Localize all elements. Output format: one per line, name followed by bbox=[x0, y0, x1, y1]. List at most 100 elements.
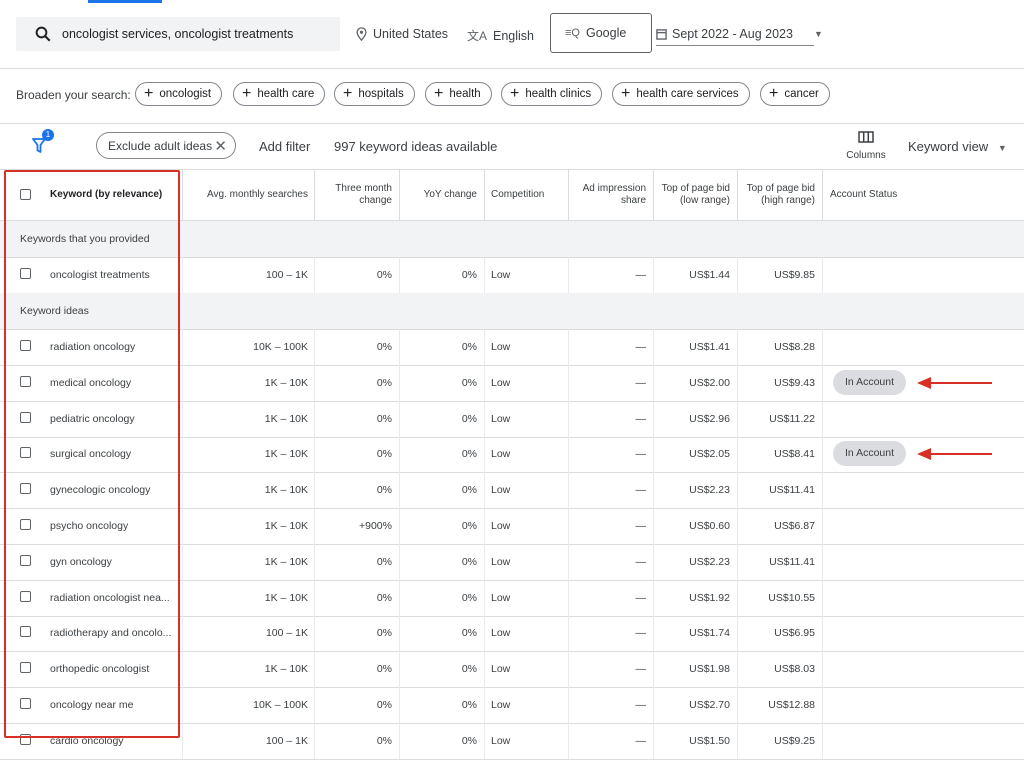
searches-cell: 1K – 10K bbox=[264, 448, 308, 461]
language-selector[interactable]: 文A English bbox=[467, 27, 534, 44]
table-row[interactable]: pediatric oncology 1K – 10K 0% 0% Low — US$2.9… bbox=[0, 400, 1024, 438]
row-checkbox[interactable] bbox=[20, 447, 31, 459]
column-divider bbox=[737, 472, 738, 509]
header-ad-impression-share[interactable]: Ad impression share bbox=[568, 170, 646, 220]
column-divider bbox=[182, 615, 183, 652]
plus-icon: + bbox=[621, 85, 631, 102]
bid-high-cell: US$8.03 bbox=[774, 663, 815, 676]
table-row[interactable]: gyn oncology 1K – 10K 0% 0% Low — US$2.23 US$11… bbox=[0, 543, 1024, 581]
bid-high-cell: US$8.28 bbox=[774, 341, 815, 353]
header-account-status[interactable]: Account Status bbox=[830, 170, 940, 220]
row-checkbox[interactable] bbox=[20, 375, 31, 387]
yoy-cell: 0% bbox=[461, 341, 477, 353]
column-divider bbox=[484, 508, 485, 544]
column-divider bbox=[568, 329, 569, 365]
row-checkbox[interactable] bbox=[20, 590, 31, 602]
column-divider bbox=[653, 364, 654, 401]
column-divider bbox=[822, 364, 823, 401]
keyword-cell: gyn oncology bbox=[50, 555, 112, 568]
table-row[interactable]: radiation oncologist nea... 1K – 10K 0% 0% L… bbox=[0, 579, 1024, 617]
exclude-adult-ideas-chip[interactable]: Exclude adult ideas ✕ bbox=[96, 132, 236, 159]
column-divider bbox=[399, 615, 400, 652]
row-checkbox[interactable] bbox=[20, 483, 31, 495]
plus-icon: + bbox=[144, 85, 154, 102]
table-row[interactable]: surgical oncology 1K – 10K 0% 0% Low — US$2.05… bbox=[0, 436, 1024, 474]
table-row[interactable]: cardio oncology 100 – 1K 0% 0% Low — US$1.50 US… bbox=[0, 722, 1024, 760]
search-query: oncologist services, oncologist treatmen… bbox=[62, 27, 294, 41]
table-row[interactable]: psycho oncology 1K – 10K +900% 0% Low — US$0.6… bbox=[0, 508, 1024, 545]
searches-cell: 1K – 10K bbox=[264, 663, 308, 676]
date-range-selector[interactable]: Sept 2022 - Aug 2023 ▼ bbox=[656, 27, 823, 41]
three-month-cell: 0% bbox=[376, 663, 392, 676]
searches-cell: 1K – 10K bbox=[264, 484, 308, 497]
add-filter-button[interactable]: Add filter bbox=[259, 139, 310, 154]
column-divider bbox=[822, 651, 823, 688]
three-month-cell: 0% bbox=[376, 376, 392, 389]
table-row[interactable]: radiation oncology 10K – 100K 0% 0% Low — US$1… bbox=[0, 329, 1024, 366]
keyword-view-selector[interactable]: Keyword view ▼ bbox=[908, 139, 1007, 154]
column-divider bbox=[314, 257, 315, 293]
yoy-cell: 0% bbox=[461, 269, 477, 281]
column-divider bbox=[822, 257, 823, 293]
row-checkbox[interactable] bbox=[20, 411, 31, 423]
columns-icon bbox=[858, 131, 874, 143]
chip-health-care[interactable]: + health care bbox=[233, 82, 326, 106]
table-row[interactable]: oncologist treatments 100 – 1K 0% 0% Low… bbox=[0, 257, 1024, 294]
row-checkbox[interactable] bbox=[20, 733, 31, 745]
table-row[interactable]: gynecologic oncology 1K – 10K 0% 0% Low — US$2… bbox=[0, 472, 1024, 510]
impression-cell: — bbox=[635, 520, 647, 532]
table-row[interactable]: oncology near me 10K – 100K 0% 0% Low — US$2.7… bbox=[0, 687, 1024, 724]
bid-high-cell: US$11.41 bbox=[769, 484, 815, 497]
column-divider bbox=[822, 400, 823, 437]
bid-high-cell: US$10.55 bbox=[768, 591, 815, 604]
keyword-cell: surgical oncology bbox=[50, 448, 132, 461]
header-avg-monthly-searches[interactable]: Avg. monthly searches bbox=[182, 170, 308, 220]
column-divider bbox=[484, 436, 485, 473]
in-account-badge: In Account bbox=[833, 369, 906, 395]
network-selector[interactable]: ≡Q Google bbox=[550, 13, 652, 53]
select-all-checkbox[interactable] bbox=[20, 189, 31, 200]
column-divider bbox=[314, 543, 315, 580]
row-checkbox[interactable] bbox=[20, 519, 31, 530]
chip-oncologist[interactable]: + oncologist bbox=[135, 82, 223, 106]
header-bid-low[interactable]: Top of page bid (low range) bbox=[653, 170, 730, 220]
yoy-cell: 0% bbox=[461, 555, 477, 568]
column-divider bbox=[653, 329, 654, 365]
location-selector[interactable]: United States bbox=[356, 27, 448, 41]
column-divider bbox=[399, 400, 400, 437]
chip-label: health care services bbox=[636, 88, 739, 100]
impression-cell: — bbox=[635, 341, 647, 353]
search-input[interactable]: oncologist services, oncologist treatmen… bbox=[16, 17, 340, 51]
header-keyword[interactable]: Keyword (by relevance) bbox=[50, 170, 180, 220]
table-row[interactable]: medical oncology 1K – 10K 0% 0% Low — US$2.00 U… bbox=[0, 364, 1024, 402]
row-checkbox[interactable] bbox=[20, 662, 31, 674]
header-bid-high[interactable]: Top of page bid (high range) bbox=[737, 170, 815, 220]
chip-cancer[interactable]: + cancer bbox=[760, 82, 830, 106]
table-header: Keyword (by relevance) Avg. monthly sear… bbox=[0, 170, 1024, 221]
row-checkbox[interactable] bbox=[20, 554, 31, 566]
filter-count-badge: 1 bbox=[42, 129, 54, 141]
columns-button[interactable]: Columns bbox=[844, 131, 888, 161]
close-icon[interactable]: ✕ bbox=[214, 137, 227, 155]
network-label: Google bbox=[585, 26, 627, 40]
column-divider bbox=[182, 364, 183, 401]
chip-health-clinics[interactable]: + health clinics bbox=[501, 82, 603, 106]
row-checkbox[interactable] bbox=[20, 698, 31, 709]
chip-health[interactable]: + health bbox=[425, 82, 492, 106]
plus-icon: + bbox=[434, 85, 444, 102]
column-divider bbox=[568, 472, 569, 509]
column-divider bbox=[484, 543, 485, 580]
chip-hospitals[interactable]: + hospitals bbox=[334, 82, 415, 106]
chip-health-care-services[interactable]: + health care services bbox=[612, 82, 750, 106]
row-checkbox[interactable] bbox=[20, 340, 31, 351]
table-row[interactable]: orthopedic oncologist 1K – 10K 0% 0% Low — US$… bbox=[0, 651, 1024, 689]
header-competition[interactable]: Competition bbox=[491, 170, 561, 220]
header-three-month-change[interactable]: Three month change bbox=[314, 170, 392, 220]
column-divider bbox=[314, 472, 315, 509]
table-row[interactable]: radiotherapy and oncolo... 100 – 1K 0% 0% Lo… bbox=[0, 615, 1024, 653]
row-checkbox[interactable] bbox=[20, 268, 31, 279]
three-month-cell: 0% bbox=[376, 412, 392, 425]
row-checkbox[interactable] bbox=[20, 626, 31, 638]
header-yoy-change[interactable]: YoY change bbox=[399, 170, 477, 220]
impression-cell: — bbox=[635, 412, 647, 425]
